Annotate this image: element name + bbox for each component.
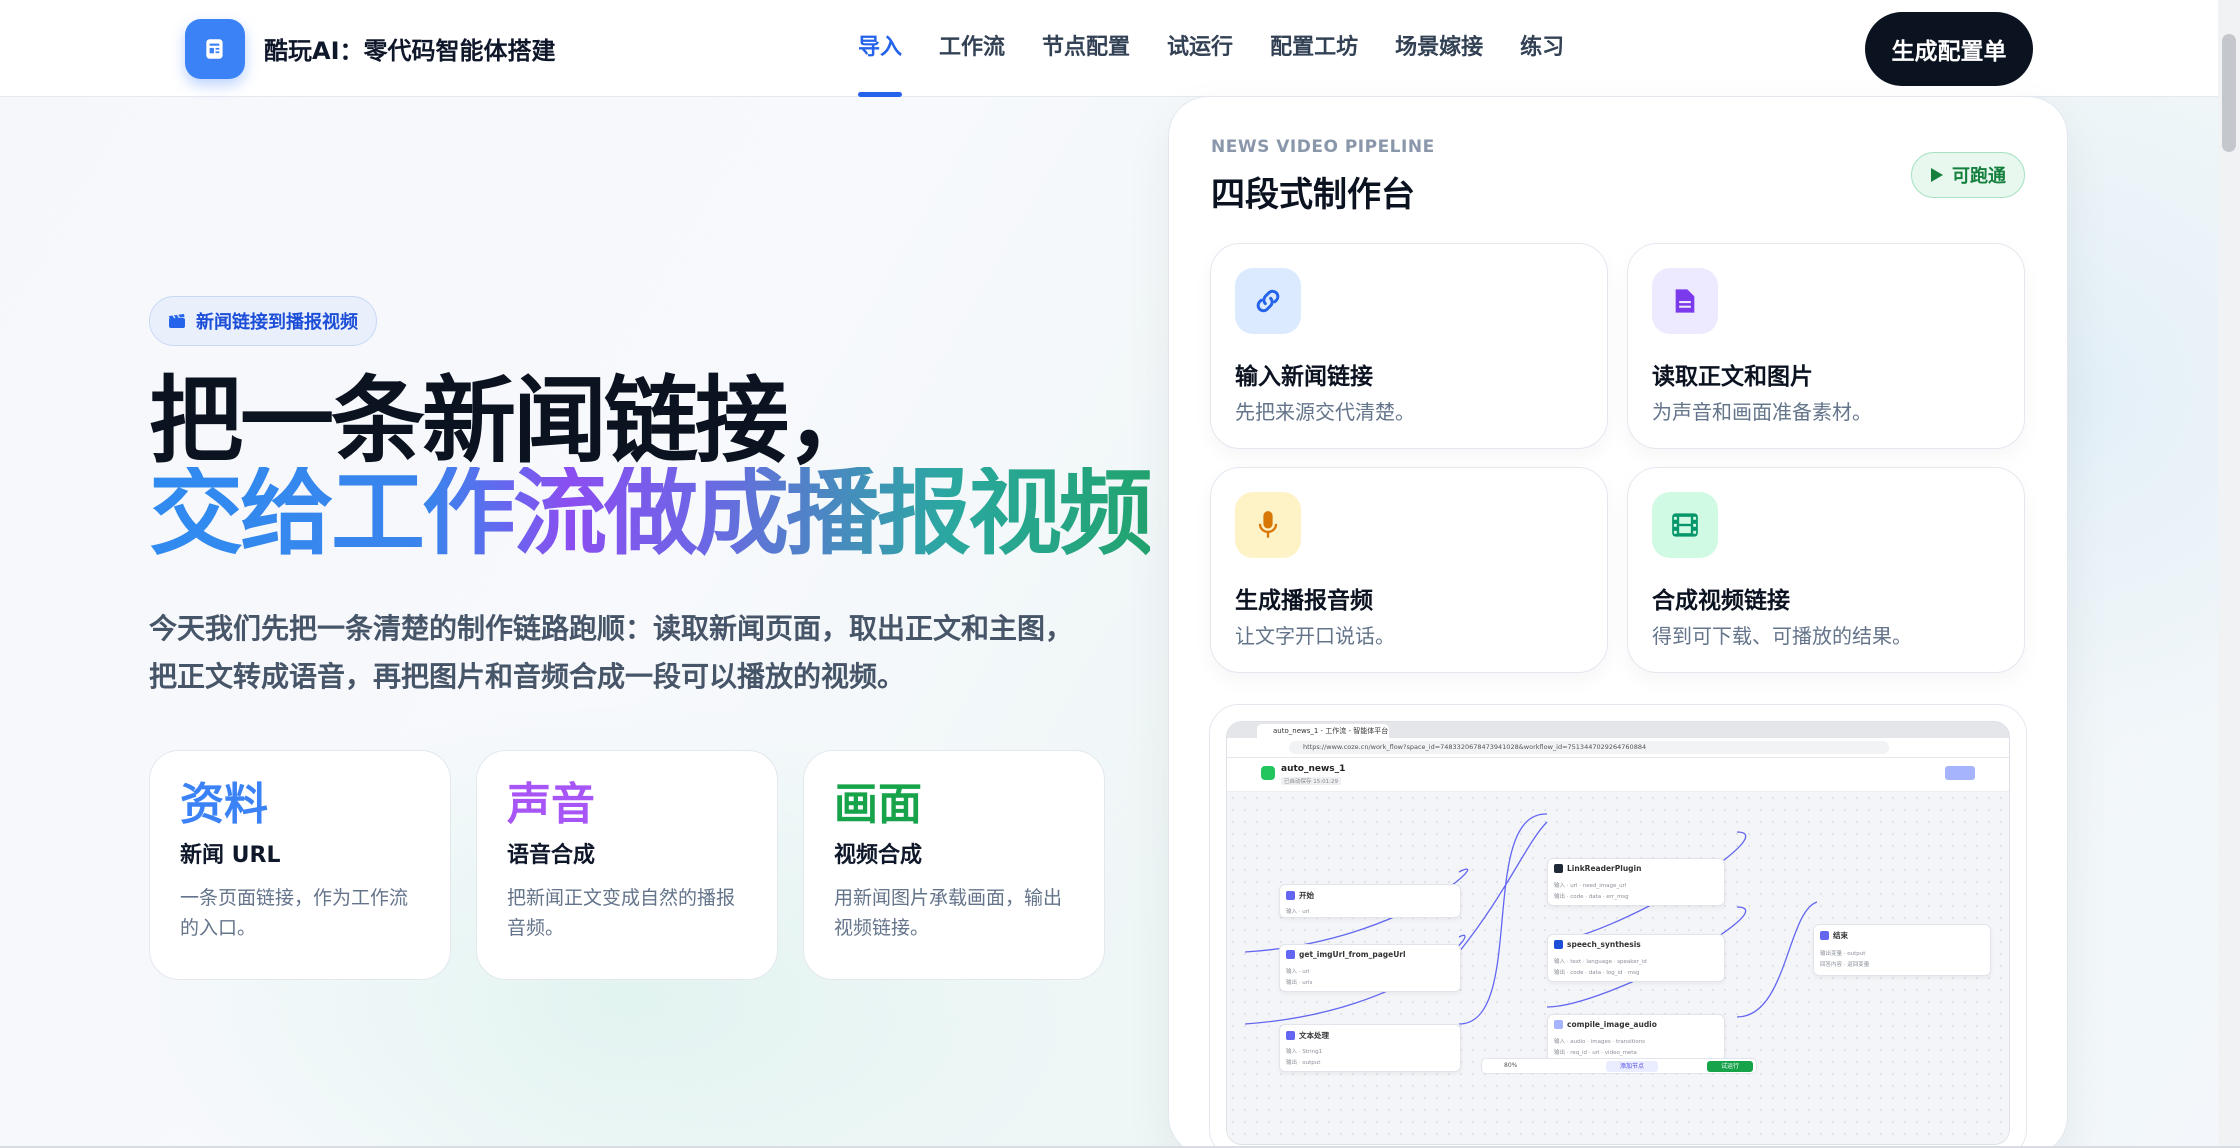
step-icon-box: [1235, 492, 1301, 558]
node-text-process: 文本处理 输入 · String1 输出 · output: [1279, 1024, 1461, 1072]
hero-lead: 今天我们先把一条清楚的制作链路跑顺：读取新闻页面，取出正文和主图，把正文转成语音…: [149, 612, 1074, 693]
hero-title-line1: 把一条新闻链接，: [149, 367, 880, 476]
workflow-save-status: 已自动保存 15:01:29: [1281, 777, 1341, 785]
step-card-compose-video[interactable]: 合成视频链接 得到可下载、可播放的结果。: [1627, 467, 2025, 673]
canvas-toolbar: 80% 添加节点 试运行: [1481, 1058, 1757, 1074]
link-icon: [1256, 289, 1280, 313]
brand-name: 酷玩AI：零代码智能体搭建: [264, 37, 556, 65]
film-icon: [1672, 513, 1698, 537]
feature-desc: 把新闻正文变成自然的播报音频。: [507, 887, 736, 939]
feature-sub: 语音合成: [507, 843, 596, 868]
feature-card-material: 资料 新闻 URL 一条页面链接，作为工作流的入口。: [149, 750, 451, 980]
news-icon: [206, 39, 223, 59]
browser-toolbar: https://www.coze.cn/work_flow?space_id=7…: [1227, 738, 2009, 758]
node-link-reader: LinkReaderPlugin 输入 · url · need_image_u…: [1547, 858, 1725, 906]
nav-config-workshop[interactable]: 配置工坊: [1270, 0, 1358, 97]
feature-card-voice: 声音 语音合成 把新闻正文变成自然的播报音频。: [476, 750, 778, 980]
browser-tabs: auto_news_1 - 工作流 - 智能体平台: [1227, 722, 2009, 738]
feature-card-visual: 画面 视频合成 用新闻图片承载画面，输出视频链接。: [803, 750, 1105, 980]
microphone-icon: [1258, 511, 1278, 538]
main-nav: 导入 工作流 节点配置 试运行 配置工坊 场景嫁接 练习: [858, 0, 1601, 97]
browser-tab: auto_news_1 - 工作流 - 智能体平台: [1257, 724, 1389, 738]
feature-sub: 视频合成: [834, 843, 923, 868]
node-start: 开始 输入 · url: [1279, 884, 1461, 918]
scrollbar[interactable]: [2218, 0, 2240, 1148]
workflow-app-icon: [1261, 766, 1275, 780]
workflow-header: auto_news_1 已自动保存 15:01:29: [1227, 758, 2009, 792]
pipeline-panel: NEWS VIDEO PIPELINE 四段式制作台 可跑通 输入新闻链接 先把…: [1168, 96, 2068, 1148]
panel-title: 四段式制作台: [1211, 175, 1415, 215]
runnable-badge[interactable]: 可跑通: [1911, 152, 2025, 198]
zoom-level: 80%: [1504, 1062, 1518, 1069]
nav-node-config[interactable]: 节点配置: [1042, 0, 1130, 97]
logo[interactable]: [185, 19, 245, 79]
step-desc: 为声音和画面准备素材。: [1652, 400, 1872, 424]
nav-import[interactable]: 导入: [858, 0, 903, 97]
step-desc: 让文字开口说话。: [1235, 624, 1395, 648]
step-card-read-content[interactable]: 读取正文和图片 为声音和画面准备素材。: [1627, 243, 2025, 449]
step-title: 输入新闻链接: [1235, 364, 1373, 390]
top-header: 酷玩AI：零代码智能体搭建 导入 工作流 节点配置 试运行 配置工坊 场景嫁接 …: [0, 0, 2240, 97]
panel-eyebrow: NEWS VIDEO PIPELINE: [1211, 137, 1435, 157]
feature-sub: 新闻 URL: [180, 843, 281, 868]
step-title: 生成播报音频: [1235, 588, 1373, 614]
hero-title: 把一条新闻链接， 交给工作流做成播报视频: [149, 367, 1153, 568]
step-desc: 先把来源交代清楚。: [1235, 400, 1415, 424]
step-title: 读取正文和图片: [1652, 364, 1813, 390]
hero-title-line2: 交给工作流做成播报视频: [149, 459, 1153, 568]
step-card-audio[interactable]: 生成播报音频 让文字开口说话。: [1210, 467, 1608, 673]
play-icon: [1931, 168, 1943, 182]
nav-workflow[interactable]: 工作流: [939, 0, 1005, 97]
workflow-screenshot: auto_news_1 - 工作流 - 智能体平台 https://www.co…: [1226, 721, 2010, 1145]
node-compile-image-audio: compile_image_audio 输入 · audio · images …: [1547, 1014, 1725, 1062]
add-node-button: 添加节点: [1606, 1061, 1658, 1072]
document-icon: [1675, 289, 1695, 313]
feature-big: 画面: [834, 779, 922, 830]
generate-config-button[interactable]: 生成配置单: [1865, 12, 2033, 86]
nav-practice[interactable]: 练习: [1520, 0, 1564, 97]
step-icon-box: [1235, 268, 1301, 334]
topic-pill-label: 新闻链接到播报视频: [196, 312, 358, 333]
url-bar: https://www.coze.cn/work_flow?space_id=7…: [1289, 741, 1889, 754]
clapperboard-icon: [169, 314, 185, 328]
nav-scene-graft[interactable]: 场景嫁接: [1395, 0, 1483, 97]
step-title: 合成视频链接: [1652, 588, 1790, 614]
runnable-badge-label: 可跑通: [1952, 166, 2006, 187]
scrollbar-thumb[interactable]: [2222, 34, 2236, 152]
nav-trial-run[interactable]: 试运行: [1167, 0, 1233, 97]
workflow-screenshot-card: auto_news_1 - 工作流 - 智能体平台 https://www.co…: [1209, 704, 2027, 1148]
publish-button: [1945, 766, 1975, 780]
topic-pill: 新闻链接到播报视频: [149, 296, 377, 346]
workflow-name: auto_news_1: [1281, 764, 1346, 774]
node-end: 结束 输出变量 · output 回答内容 · 返回变量: [1813, 924, 1991, 976]
feature-big: 资料: [180, 779, 268, 830]
node-get-img-url: get_imgUrl_from_pageUrl 输入 · url 输出 · ur…: [1279, 944, 1461, 992]
trial-run-button: 试运行: [1707, 1061, 1753, 1072]
step-icon-box: [1652, 492, 1718, 558]
node-speech-synthesis: speech_synthesis 输入 · text · language · …: [1547, 934, 1725, 982]
step-desc: 得到可下载、可播放的结果。: [1652, 624, 1912, 648]
feature-desc: 一条页面链接，作为工作流的入口。: [180, 887, 409, 939]
step-icon-box: [1652, 268, 1718, 334]
feature-desc: 用新闻图片承载画面，输出视频链接。: [834, 887, 1063, 939]
step-card-input-link[interactable]: 输入新闻链接 先把来源交代清楚。: [1210, 243, 1608, 449]
feature-big: 声音: [507, 779, 595, 830]
